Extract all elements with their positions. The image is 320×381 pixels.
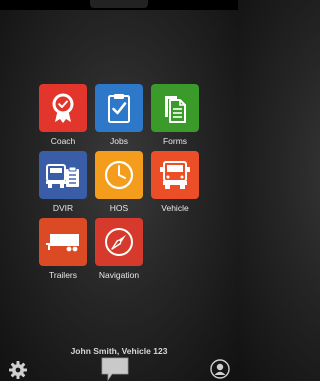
user-icon [210, 359, 230, 379]
app-label-vehicle: Vehicle [161, 203, 189, 213]
app-tile-navigation[interactable]: Navigation [91, 218, 147, 280]
gear-icon [9, 361, 27, 379]
app-label-hos: HOS [109, 203, 129, 213]
app-label-coach: Coach [50, 136, 76, 146]
documents-icon [165, 96, 186, 123]
current-user-vehicle-label: John Smith, Vehicle 123 [70, 346, 168, 356]
app-tile-dvir-box[interactable] [39, 151, 87, 199]
app-grid: Coach Jobs Forms DVIR HOS Vehicle Traile… [0, 0, 238, 290]
app-tile-trailers[interactable]: Trailers [35, 218, 91, 280]
app-tile-coach-box[interactable] [39, 84, 87, 132]
compass-icon [105, 228, 133, 256]
chat-bubble-icon [101, 357, 129, 381]
app-tile-trailers-box[interactable] [39, 218, 87, 266]
app-tile-jobs[interactable]: Jobs [91, 84, 147, 146]
badge-ribbon-icon [52, 93, 74, 123]
trailer-icon [46, 234, 79, 252]
settings-button[interactable] [8, 360, 28, 380]
clipboard-check-icon [108, 94, 130, 123]
profile-button[interactable] [210, 359, 230, 379]
messages-button[interactable] [100, 356, 130, 381]
app-label-jobs: Jobs [110, 136, 128, 146]
app-tile-coach[interactable]: Coach [35, 84, 91, 146]
app-label-trailers: Trailers [48, 270, 78, 280]
truck-clipboard-icon [46, 164, 79, 188]
app-tile-vehicle[interactable]: Vehicle [147, 151, 203, 213]
app-tile-jobs-box[interactable] [95, 84, 143, 132]
app-label-navigation: Navigation [98, 270, 140, 280]
app-tile-hos[interactable]: HOS [91, 151, 147, 213]
app-tile-dvir[interactable]: DVIR [35, 151, 91, 213]
clock-icon [104, 160, 134, 190]
app-tile-hos-box[interactable] [95, 151, 143, 199]
app-label-dvir: DVIR [52, 203, 74, 213]
app-tile-navigation-box[interactable] [95, 218, 143, 266]
app-tile-vehicle-box[interactable] [151, 151, 199, 199]
app-tile-forms[interactable]: Forms [147, 84, 203, 146]
app-label-forms: Forms [162, 136, 188, 146]
truck-front-icon [160, 161, 190, 189]
app-tile-forms-box[interactable] [151, 84, 199, 132]
